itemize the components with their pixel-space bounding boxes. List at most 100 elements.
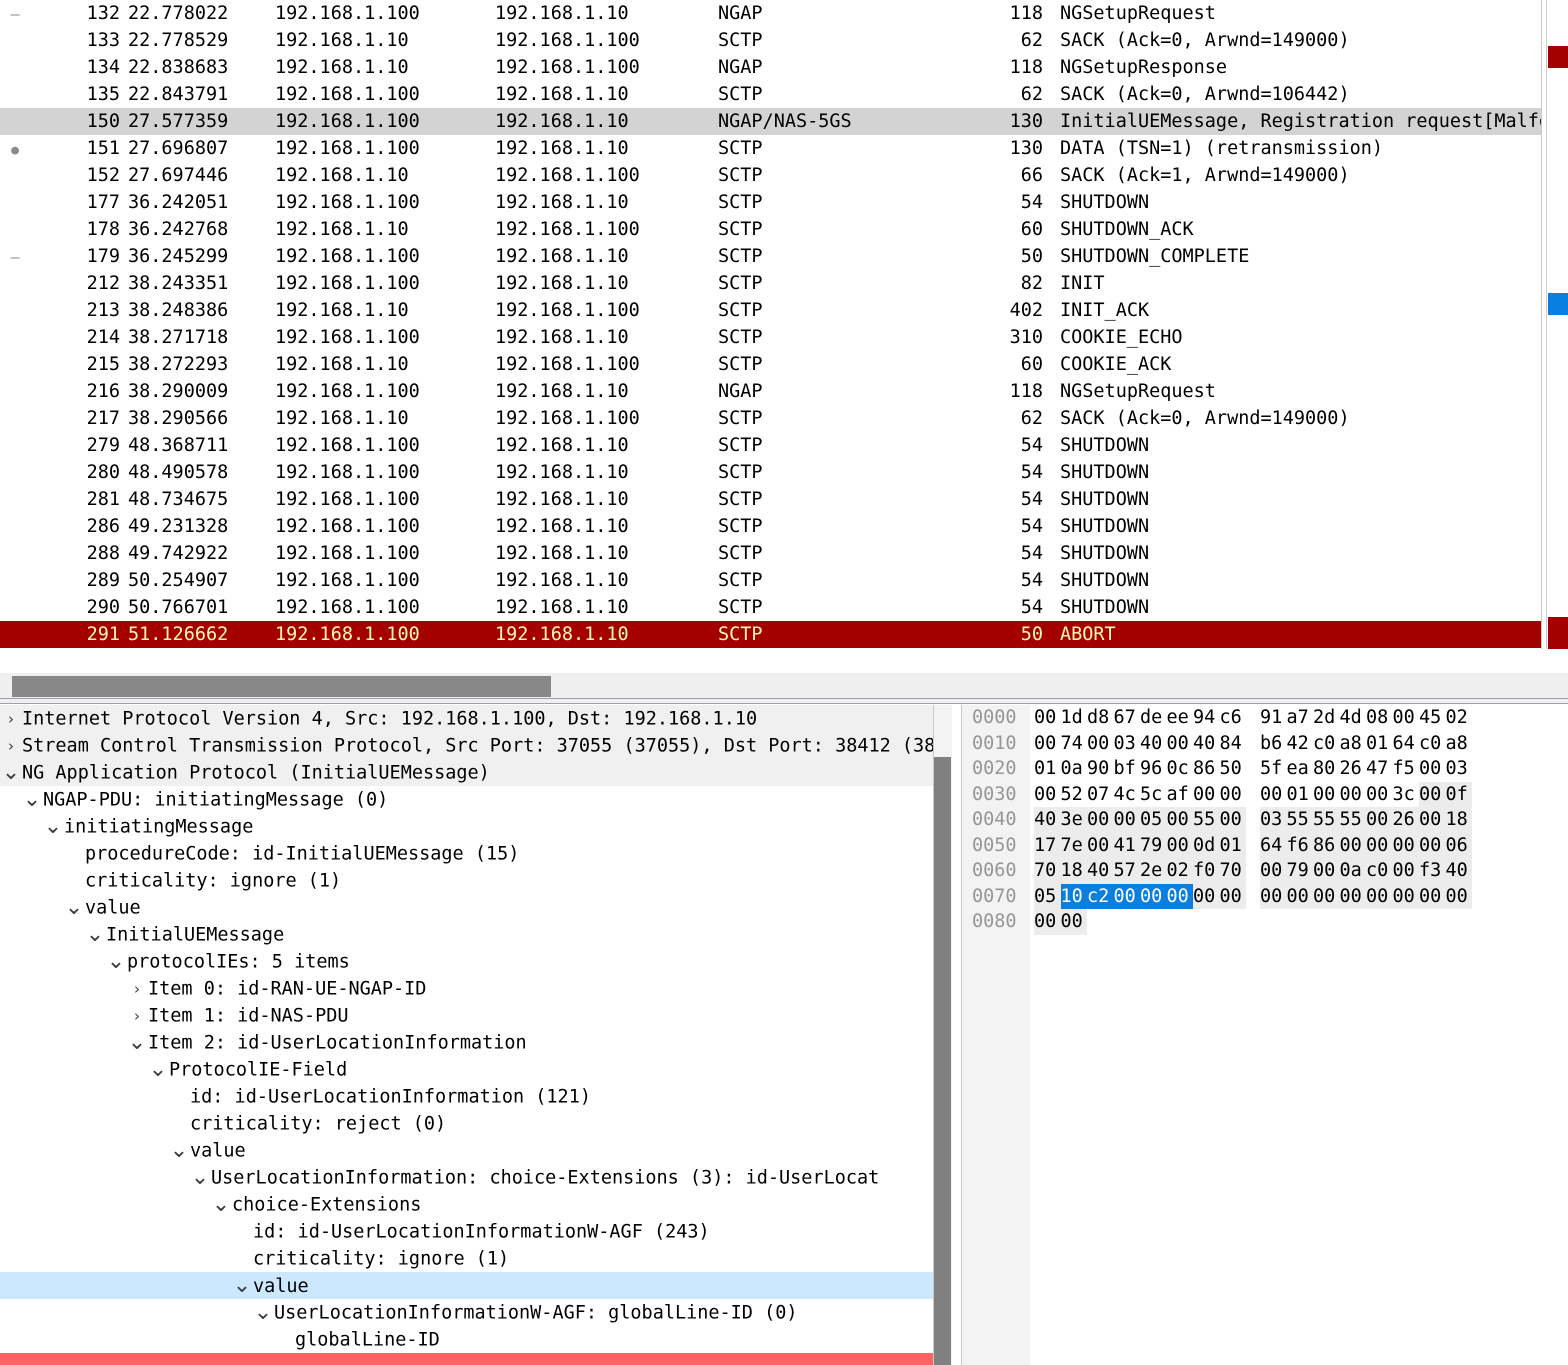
hex-byte[interactable]: 40 <box>1140 731 1167 757</box>
hex-byte[interactable]: c2 <box>1087 884 1114 910</box>
packet-detail-tree-row[interactable]: ⌄initiatingMessage <box>0 813 951 840</box>
hex-byte[interactable]: 00 <box>1366 833 1393 859</box>
hex-byte[interactable]: bf <box>1114 756 1141 782</box>
hex-byte[interactable]: 00 <box>1193 782 1220 808</box>
packet-list-row[interactable]: 17736.242051192.168.1.100192.168.1.10SCT… <box>0 189 1541 216</box>
packet-list-row[interactable]: 13522.843791192.168.1.100192.168.1.10SCT… <box>0 81 1541 108</box>
hex-byte[interactable]: 64 <box>1393 731 1420 757</box>
chevron-down-icon[interactable]: ⌄ <box>0 765 22 781</box>
hex-byte[interactable]: 40 <box>1087 858 1114 884</box>
packet-list-row[interactable]: 15127.696807192.168.1.100192.168.1.10SCT… <box>0 135 1541 162</box>
hex-byte[interactable]: 45 <box>1419 705 1446 731</box>
hex-byte[interactable]: 79 <box>1287 858 1314 884</box>
packet-list-row[interactable]: 17936.245299192.168.1.100192.168.1.10SCT… <box>0 243 1541 270</box>
chevron-down-icon[interactable]: ⌄ <box>231 1278 253 1294</box>
packet-detail-tree-row[interactable]: id: id-UserLocationInformation (121) <box>0 1083 951 1110</box>
hex-byte[interactable]: 0c <box>1167 756 1194 782</box>
chevron-down-icon[interactable]: ⌄ <box>147 1062 169 1078</box>
hex-byte[interactable]: 0f <box>1446 782 1473 808</box>
packet-detail-tree-row[interactable]: ›Item 0: id-RAN-UE-NGAP-ID <box>0 975 951 1002</box>
packet-list-row[interactable]: 28148.734675192.168.1.100192.168.1.10SCT… <box>0 486 1541 513</box>
hex-byte[interactable]: c6 <box>1220 705 1247 731</box>
hex-byte[interactable]: 00 <box>1287 884 1314 910</box>
hex-byte[interactable]: 70 <box>1220 858 1247 884</box>
packet-detail-tree-row[interactable]: criticality: ignore (1) <box>0 867 951 894</box>
chevron-down-icon[interactable]: ⌄ <box>210 1197 232 1213</box>
hex-byte[interactable]: 00 <box>1419 756 1446 782</box>
hex-byte[interactable]: 64 <box>1260 833 1287 859</box>
hex-byte[interactable]: 00 <box>1340 782 1367 808</box>
packet-list-row[interactable]: 27948.368711192.168.1.100192.168.1.10SCT… <box>0 432 1541 459</box>
hex-byte-group[interactable]: 001dd867deee94c691a72d4d08004502 <box>1034 705 1472 731</box>
hex-byte[interactable]: 01 <box>1366 731 1393 757</box>
scrollbar-selected-mark[interactable] <box>1548 293 1568 315</box>
packet-detail-tree-row[interactable] <box>0 1353 951 1365</box>
chevron-right-icon[interactable]: › <box>126 976 148 1003</box>
hex-byte[interactable]: 00 <box>1061 909 1088 935</box>
hex-byte[interactable]: 74 <box>1061 731 1088 757</box>
packet-detail-tree-row[interactable]: ⌄choice-Extensions <box>0 1191 951 1218</box>
packet-list-pane[interactable]: 13222.778022192.168.1.100192.168.1.10NGA… <box>0 0 1568 649</box>
hex-byte[interactable]: af <box>1167 782 1194 808</box>
hex-byte[interactable]: 40 <box>1446 858 1473 884</box>
hex-byte[interactable]: f5 <box>1393 756 1420 782</box>
hex-byte[interactable]: 40 <box>1034 807 1061 833</box>
hex-byte[interactable]: 0d <box>1193 833 1220 859</box>
hex-byte[interactable]: 90 <box>1087 756 1114 782</box>
hex-byte[interactable]: 80 <box>1313 756 1340 782</box>
hex-byte[interactable]: 02 <box>1167 858 1194 884</box>
chevron-down-icon[interactable]: ⌄ <box>252 1305 274 1321</box>
packet-list-row[interactable]: 29050.766701192.168.1.100192.168.1.10SCT… <box>0 594 1541 621</box>
packet-detail-tree-row[interactable]: criticality: reject (0) <box>0 1110 951 1137</box>
hex-byte[interactable]: 00 <box>1393 858 1420 884</box>
hex-dump-row[interactable]: 0020010a90bf960c86505fea802647f50003 <box>962 756 1568 782</box>
hex-byte[interactable]: 0a <box>1340 858 1367 884</box>
hex-byte[interactable]: 05 <box>1034 884 1061 910</box>
hex-byte[interactable]: 10 <box>1061 884 1088 910</box>
hex-byte[interactable]: 07 <box>1087 782 1114 808</box>
packet-detail-tree-row[interactable]: criticality: ignore (1) <box>0 1245 951 1272</box>
hex-byte[interactable]: 1d <box>1061 705 1088 731</box>
packet-detail-tree-row[interactable]: ⌄Item 2: id-UserLocationInformation <box>0 1029 951 1056</box>
hex-byte[interactable]: 00 <box>1114 807 1141 833</box>
scrollbar-error-mark[interactable] <box>1548 617 1568 639</box>
hex-byte[interactable]: 03 <box>1114 731 1141 757</box>
chevron-down-icon[interactable]: ⌄ <box>168 1143 190 1159</box>
hex-byte[interactable]: 26 <box>1340 756 1367 782</box>
hex-byte[interactable]: 00 <box>1313 884 1340 910</box>
hex-byte[interactable]: 05 <box>1140 807 1167 833</box>
hex-dump-row[interactable]: 00300052074c5caf000000010000003c000f <box>962 782 1568 808</box>
hex-byte[interactable]: 4c <box>1114 782 1141 808</box>
hex-byte[interactable]: 0a <box>1061 756 1088 782</box>
hex-byte[interactable]: 86 <box>1313 833 1340 859</box>
hex-byte-group[interactable]: 0074000340004084b642c0a80164c0a8 <box>1034 731 1472 757</box>
hex-byte[interactable]: 91 <box>1260 705 1287 731</box>
hex-byte[interactable]: de <box>1140 705 1167 731</box>
packet-list-row[interactable]: 28849.742922192.168.1.100192.168.1.10SCT… <box>0 540 1541 567</box>
hex-byte[interactable]: 70 <box>1034 858 1061 884</box>
hex-byte[interactable]: 5c <box>1140 782 1167 808</box>
packet-list-row[interactable]: 28048.490578192.168.1.100192.168.1.10SCT… <box>0 459 1541 486</box>
packet-detail-tree-row[interactable]: ⌄UserLocationInformationW-AGF: globalLin… <box>0 1299 951 1326</box>
packet-list-row[interactable]: 15227.697446192.168.1.10192.168.1.100SCT… <box>0 162 1541 189</box>
hex-byte[interactable]: 7e <box>1061 833 1088 859</box>
hex-byte-group[interactable]: 0000 <box>1034 909 1087 935</box>
packet-detail-tree-row[interactable]: procedureCode: id-InitialUEMessage (15) <box>0 840 951 867</box>
packet-list-row[interactable]: 13322.778529192.168.1.10192.168.1.100SCT… <box>0 27 1541 54</box>
hex-byte[interactable]: 50 <box>1220 756 1247 782</box>
hex-byte[interactable]: 00 <box>1087 731 1114 757</box>
hex-byte[interactable]: 03 <box>1446 756 1473 782</box>
hex-byte[interactable]: 00 <box>1114 884 1141 910</box>
chevron-right-icon[interactable]: › <box>0 733 22 760</box>
hex-dump-row[interactable]: 0050177e004179000d0164f6860000000006 <box>962 833 1568 859</box>
packet-list-row[interactable]: 13222.778022192.168.1.100192.168.1.10NGA… <box>0 0 1541 27</box>
hex-byte[interactable]: 00 <box>1193 884 1220 910</box>
packet-detail-tree-row[interactable]: ›Internet Protocol Version 4, Src: 192.1… <box>0 705 951 732</box>
hex-byte[interactable]: 55 <box>1287 807 1314 833</box>
hex-byte[interactable]: 3e <box>1061 807 1088 833</box>
hex-byte[interactable]: 00 <box>1340 884 1367 910</box>
hex-byte[interactable]: d8 <box>1087 705 1114 731</box>
hex-byte[interactable]: 00 <box>1260 782 1287 808</box>
packet-detail-tree-row[interactable]: globalLine-ID <box>0 1326 951 1353</box>
hex-byte[interactable]: a8 <box>1340 731 1367 757</box>
